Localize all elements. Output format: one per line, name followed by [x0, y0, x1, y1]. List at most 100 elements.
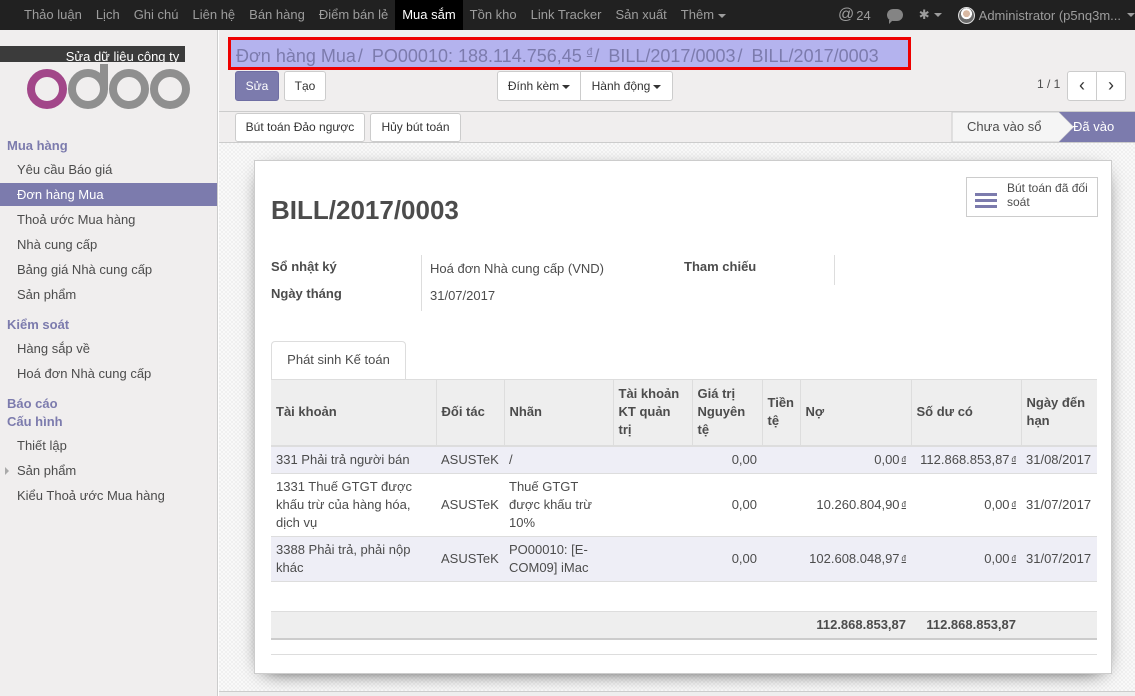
- menu-calendar[interactable]: Lịch: [89, 0, 127, 30]
- sidebar-item-agreement-types[interactable]: Kiểu Thoả ước Mua hàng: [0, 484, 217, 507]
- pager-value[interactable]: 1 / 1: [1037, 77, 1060, 91]
- menu-contacts[interactable]: Liên hệ: [186, 0, 243, 30]
- cell-label: PO00010: [E-COM09] iMac: [504, 535, 613, 581]
- empty-row: [271, 580, 1097, 611]
- sidebar-item-config-products[interactable]: Sản phẩm: [0, 459, 217, 482]
- table-row[interactable]: 3388 Phải trả, phải nộp khác ASUSTeK PO0…: [271, 535, 1097, 581]
- sidebar-item-vendor-pricelists[interactable]: Bảng giá Nhà cung cấp: [0, 258, 217, 281]
- sidebar-item-vendors[interactable]: Nhà cung cấp: [0, 233, 217, 256]
- menu-sales[interactable]: Bán hàng: [242, 0, 312, 30]
- col-credit[interactable]: Số dư có: [910, 379, 1021, 447]
- section-configuration: Cấu hình: [7, 414, 63, 429]
- sidebar-item-vendor-bills[interactable]: Hoá đơn Nhà cung cấp: [0, 362, 217, 385]
- breadcrumb-po[interactable]: PO00010: 188.114.756,45 đ: [372, 46, 592, 66]
- sidebar-item-products[interactable]: Sản phẩm: [0, 283, 217, 306]
- caret-down-icon: [1127, 13, 1135, 17]
- pager-next-button[interactable]: ›: [1096, 71, 1126, 101]
- breadcrumb-bill[interactable]: BILL/2017/0003: [608, 46, 735, 66]
- user-name: Administrator (p5nq3m...: [978, 7, 1121, 23]
- col-debit[interactable]: Nợ: [799, 379, 911, 447]
- currency-symbol: đ: [901, 454, 906, 464]
- field-divider: [834, 255, 835, 285]
- col-currency[interactable]: Tiền tệ: [761, 379, 800, 447]
- edit-company-button[interactable]: Sửa dữ liệu công ty: [0, 46, 185, 62]
- breadcrumb-separator: /: [737, 46, 743, 66]
- reverse-entry-button[interactable]: Bút toán Đảo ngược: [235, 113, 365, 142]
- form-sheet: Bút toán đã đối soát BILL/2017/0003 Sổ n…: [254, 160, 1112, 674]
- sidebar-item-incoming[interactable]: Hàng sắp về: [0, 337, 217, 360]
- menu-more[interactable]: Thêm: [674, 0, 733, 30]
- section-reporting[interactable]: Báo cáo: [7, 396, 58, 411]
- cancel-entry-button[interactable]: Hủy bút toán: [370, 113, 461, 142]
- reconciled-entries-label: Bút toán đã đối soát: [1007, 181, 1088, 209]
- cell-partner: ASUSTeK: [436, 535, 504, 581]
- table-row[interactable]: 1331 Thuế GTGT được khấu trừ của hàng hó…: [271, 472, 1097, 536]
- currency-symbol: đ: [901, 499, 906, 509]
- bottom-border: [219, 691, 1135, 696]
- menu-discuss[interactable]: Thảo luận: [17, 0, 89, 30]
- pager-previous-button[interactable]: ‹: [1067, 71, 1097, 101]
- menu-notes[interactable]: Ghi chú: [127, 0, 186, 30]
- debug-menu-button[interactable]: ✱: [911, 0, 950, 30]
- action-dropdown[interactable]: Hành động: [580, 71, 673, 101]
- col-account[interactable]: Tài khoản: [271, 379, 436, 447]
- col-amount-currency[interactable]: Giá trị Nguyên tệ: [691, 379, 762, 447]
- menu-purchase[interactable]: Mua sắm: [395, 0, 463, 30]
- chat-icon: [886, 9, 903, 24]
- footer-cell: [271, 638, 1097, 655]
- cell-debit: 10.260.804,90 đ: [800, 472, 911, 536]
- menu-manufacturing[interactable]: Sản xuất: [608, 0, 673, 30]
- edit-button[interactable]: Sửa: [235, 71, 279, 101]
- col-partner[interactable]: Đối tác: [435, 379, 504, 447]
- sidebar-item-settings[interactable]: Thiết lập: [0, 434, 217, 457]
- journal-value[interactable]: Hoá đơn Nhà cung cấp (VND): [430, 261, 604, 276]
- breadcrumb-po-label: PO00010: 188.114.756,45: [371, 46, 582, 66]
- empty-cell: [271, 580, 1097, 611]
- tab-journal-items[interactable]: Phát sinh Kế toán: [271, 341, 406, 379]
- reconciled-entries-button[interactable]: Bút toán đã đối soát: [966, 177, 1098, 217]
- currency-symbol: đ: [901, 553, 906, 563]
- cell-account: 3388 Phải trả, phải nộp khác: [271, 535, 436, 581]
- caret-down-icon: [653, 84, 662, 89]
- col-label[interactable]: Nhãn: [503, 379, 613, 447]
- cell-debit: 102.608.048,97 đ: [800, 535, 911, 581]
- record-title: BILL/2017/0003: [271, 195, 459, 225]
- breadcrumb-purchase-orders[interactable]: Đơn hàng Mua: [236, 46, 356, 66]
- menu-pos[interactable]: Điểm bán lẻ: [312, 0, 395, 30]
- currency-symbol: đ: [1011, 499, 1016, 509]
- menu-inventory[interactable]: Tồn kho: [463, 0, 524, 30]
- chat-button[interactable]: [879, 0, 911, 30]
- table-row[interactable]: 331 Phải trả người bán ASUSTeK / 0,00 0,…: [271, 445, 1097, 473]
- cell-partner: ASUSTeK: [436, 472, 504, 536]
- cell-label: /: [504, 445, 613, 473]
- cell-label: Thuế GTGT được khấu trừ 10%: [504, 472, 613, 536]
- cell-analytic: [613, 472, 692, 536]
- breadcrumb-current: BILL/2017/0003: [751, 46, 879, 66]
- sidebar-item-agreements[interactable]: Thoả ước Mua hàng: [0, 208, 217, 231]
- expand-arrow-icon[interactable]: [5, 467, 9, 475]
- journal-items-table: Tài khoản Đối tác Nhãn Tài khoản KT quản…: [271, 379, 1097, 655]
- section-control: Kiểm soát: [7, 317, 70, 332]
- odoo-logo[interactable]: [25, 64, 192, 110]
- sidebar: Sửa dữ liệu công ty Mua hàng Yêu cầu Báo…: [0, 30, 218, 696]
- cell-analytic: [613, 535, 692, 581]
- cell-debit: 0,00 đ: [800, 445, 911, 473]
- col-analytic-account[interactable]: Tài khoản KT quản trị: [612, 379, 692, 447]
- status-bar: Bút toán Đảo ngược Hủy bút toán Chưa vào…: [219, 112, 1135, 164]
- sidebar-item-rfq[interactable]: Yêu cầu Báo giá: [0, 158, 217, 181]
- create-button[interactable]: Tạo: [284, 71, 326, 101]
- sidebar-item-purchase-orders[interactable]: Đơn hàng Mua: [0, 183, 217, 206]
- totals-spacer: [271, 610, 800, 640]
- stage-draft[interactable]: Chưa vào sổ: [957, 112, 1051, 142]
- col-due-date[interactable]: Ngày đến hạn: [1020, 379, 1097, 447]
- cell-credit: 0,00 đ: [911, 535, 1021, 581]
- cell-currency: [762, 472, 800, 536]
- total-credit: 112.868.853,87: [911, 610, 1021, 640]
- mentions-button[interactable]: @ 24: [830, 0, 879, 30]
- control-panel: Đơn hàng Mua / PO00010: 188.114.756,45 đ /…: [219, 30, 1135, 112]
- user-menu[interactable]: Administrator (p5nq3m...: [950, 0, 1135, 30]
- breadcrumb: Đơn hàng Mua / PO00010: 188.114.756,45 đ /…: [228, 37, 911, 70]
- menu-link-tracker[interactable]: Link Tracker: [524, 0, 609, 30]
- chevron-right-icon: ›: [1108, 75, 1114, 95]
- attachment-dropdown[interactable]: Đính kèm: [497, 71, 581, 101]
